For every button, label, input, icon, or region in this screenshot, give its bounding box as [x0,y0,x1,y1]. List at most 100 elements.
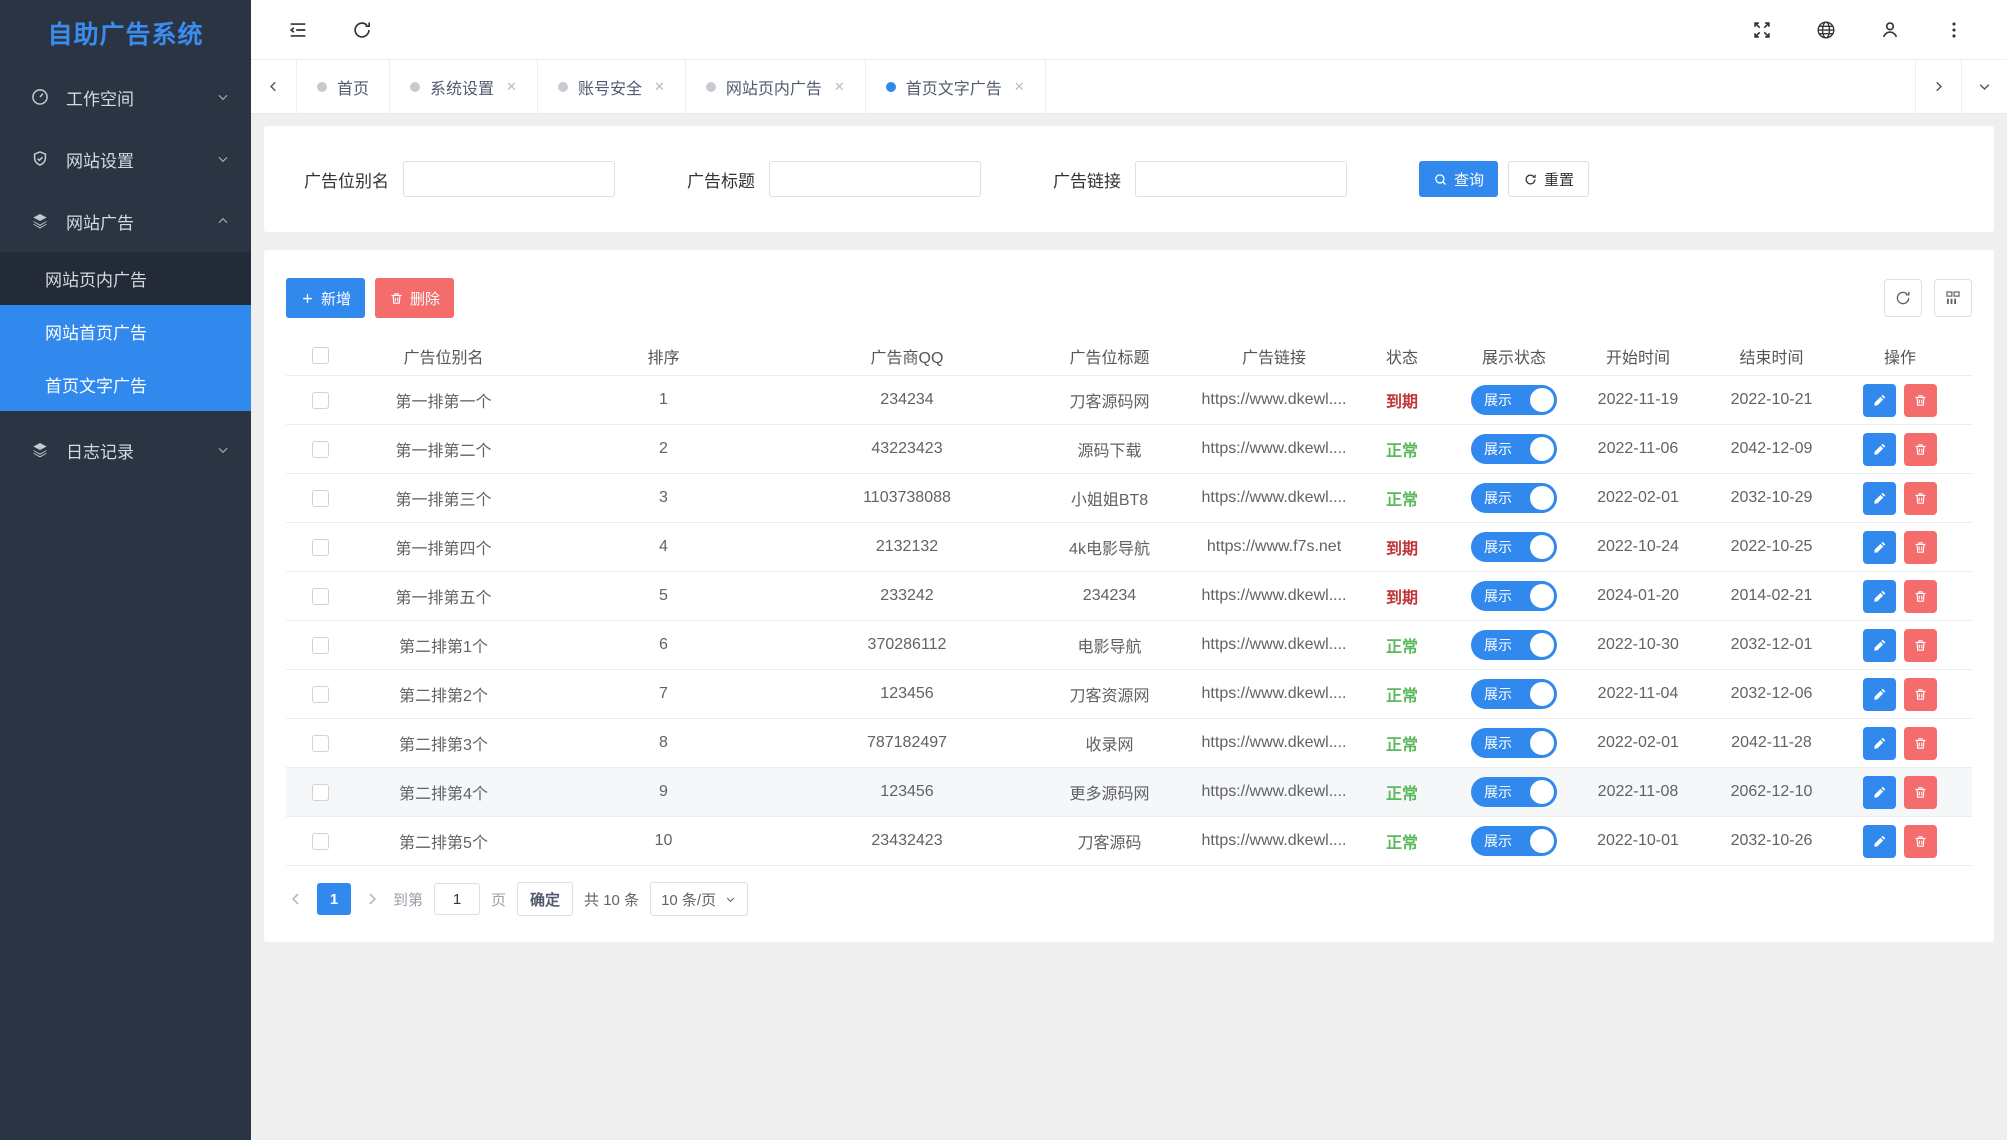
row-checkbox[interactable] [312,490,329,507]
tab[interactable]: 网站页内广告✕ [686,60,866,113]
refresh-page-icon[interactable] [351,19,373,41]
row-checkbox[interactable] [312,441,329,458]
sidebar-item[interactable]: 网站设置 [0,128,251,190]
cell-start-date: 2022-11-19 [1572,391,1704,409]
delete-button[interactable] [1904,629,1937,662]
collapse-menu-icon[interactable] [287,19,309,41]
row-checkbox[interactable] [312,784,329,801]
display-toggle[interactable]: 展示 [1471,532,1557,562]
display-toggle[interactable]: 展示 [1471,630,1557,660]
prev-page-button[interactable] [286,889,306,909]
select-all-checkbox[interactable] [312,347,329,364]
delete-button[interactable] [1904,678,1937,711]
user-icon[interactable] [1879,19,1901,41]
display-toggle[interactable]: 展示 [1471,434,1557,464]
fullscreen-icon[interactable] [1751,19,1773,41]
table-row: 第一排第五个5233242234234https://www.dkewl....… [286,572,1972,621]
chevron-down-icon [724,893,737,906]
edit-button[interactable] [1863,825,1896,858]
more-menu-icon[interactable] [1943,19,1965,41]
delete-button[interactable] [1904,727,1937,760]
tab[interactable]: 账号安全✕ [538,60,686,113]
display-toggle[interactable]: 展示 [1471,581,1557,611]
tabs-menu-button[interactable] [1961,60,2007,113]
cell-alias: 第一排第四个 [355,535,532,559]
sidebar-item[interactable]: 日志记录 [0,419,251,481]
query-button[interactable]: 查询 [1419,161,1498,197]
edit-button[interactable] [1863,629,1896,662]
layers-icon [30,211,50,231]
next-page-button[interactable] [362,889,382,909]
display-toggle[interactable]: 展示 [1471,826,1557,856]
reset-button[interactable]: 重置 [1508,161,1589,197]
tab-close-icon[interactable]: ✕ [1014,79,1025,95]
row-checkbox[interactable] [312,735,329,752]
goto-page-input[interactable] [434,883,480,915]
sidebar-item-label: 网站设置 [66,147,215,172]
cell-start-date: 2022-11-04 [1572,685,1704,703]
edit-button[interactable] [1863,433,1896,466]
delete-button[interactable] [1904,384,1937,417]
confirm-page-button[interactable]: 确定 [517,882,573,916]
sidebar-item[interactable]: 工作空间 [0,66,251,128]
sidebar-item[interactable]: 网站广告 [0,190,251,252]
tabs-scroll-left-button[interactable] [251,60,297,113]
column-settings-button[interactable] [1934,279,1972,317]
tab[interactable]: 首页文字广告✕ [866,60,1046,113]
cell-alias: 第一排第二个 [355,437,532,461]
cell-order: 10 [532,832,795,850]
delete-button[interactable] [1904,433,1937,466]
edit-button[interactable] [1863,727,1896,760]
field-input[interactable] [1135,161,1347,197]
add-button[interactable]: 新增 [286,278,365,318]
row-checkbox[interactable] [312,392,329,409]
display-toggle[interactable]: 展示 [1471,385,1557,415]
edit-button[interactable] [1863,531,1896,564]
sidebar-subitem[interactable]: 网站页内广告 [0,252,251,305]
field-input[interactable] [769,161,981,197]
display-toggle[interactable]: 展示 [1471,679,1557,709]
tab[interactable]: 系统设置✕ [390,60,538,113]
field-input[interactable] [403,161,615,197]
cell-start-date: 2022-10-24 [1572,538,1704,556]
row-checkbox[interactable] [312,637,329,654]
cell-ad-title: 收录网 [1019,731,1200,755]
refresh-table-button[interactable] [1884,279,1922,317]
tabs-list: 首页系统设置✕账号安全✕网站页内广告✕首页文字广告✕ [297,60,1046,113]
delete-button[interactable] [1904,825,1937,858]
trash-icon [389,291,404,306]
language-globe-icon[interactable] [1815,19,1837,41]
sidebar-subitem[interactable]: 网站首页广告 [0,305,251,358]
edit-button[interactable] [1863,678,1896,711]
delete-button[interactable] [1904,776,1937,809]
sidebar-submenu: 网站页内广告网站首页广告首页文字广告 [0,252,251,411]
column-header: 开始时间 [1572,344,1704,368]
delete-button[interactable] [1904,482,1937,515]
page-number-button[interactable]: 1 [317,883,351,915]
delete-button[interactable] [1904,580,1937,613]
cell-ad-link: https://www.dkewl.... [1200,440,1348,458]
delete-selected-button[interactable]: 删除 [375,278,454,318]
display-toggle[interactable]: 展示 [1471,777,1557,807]
edit-button[interactable] [1863,776,1896,809]
tab-close-icon[interactable]: ✕ [834,79,845,95]
page-size-select[interactable]: 10 条/页 [650,882,748,916]
delete-button[interactable] [1904,531,1937,564]
toggle-label: 展示 [1484,488,1512,508]
row-checkbox[interactable] [312,588,329,605]
row-checkbox[interactable] [312,833,329,850]
tabs-scroll-right-button[interactable] [1915,60,1961,113]
edit-button[interactable] [1863,384,1896,417]
edit-button[interactable] [1863,580,1896,613]
tab-close-icon[interactable]: ✕ [506,79,517,95]
sidebar-subitem[interactable]: 首页文字广告 [0,358,251,411]
tab[interactable]: 首页 [297,60,390,113]
display-toggle[interactable]: 展示 [1471,728,1557,758]
cell-ad-title: 4k电影导航 [1019,535,1200,559]
row-checkbox[interactable] [312,539,329,556]
sidebar-item-label: 日志记录 [66,438,215,463]
display-toggle[interactable]: 展示 [1471,483,1557,513]
edit-button[interactable] [1863,482,1896,515]
tab-close-icon[interactable]: ✕ [654,79,665,95]
row-checkbox[interactable] [312,686,329,703]
